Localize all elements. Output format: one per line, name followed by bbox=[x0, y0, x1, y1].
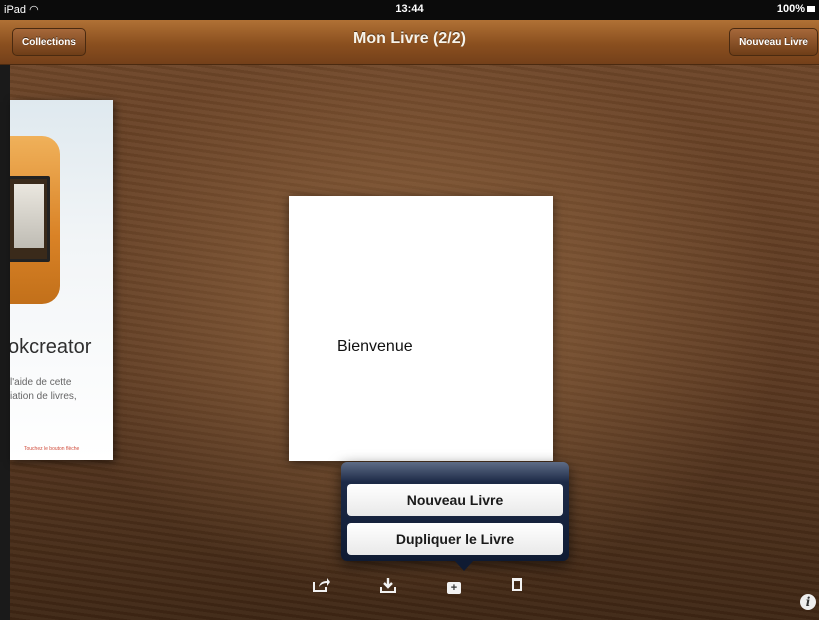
status-bar: iPad ◠ 13:44 100% bbox=[0, 0, 819, 20]
bookcreator-app-icon bbox=[10, 136, 60, 304]
new-book-popover: Nouveau Livre Dupliquer le Livre bbox=[341, 462, 569, 561]
share-glyph bbox=[313, 578, 330, 592]
battery-indicator: 100% bbox=[777, 3, 815, 15]
status-time: 13:44 bbox=[395, 3, 424, 15]
navigation-bar: Collections Mon Livre (2/2) Nouveau Livr… bbox=[0, 20, 819, 65]
battery-icon bbox=[807, 6, 815, 13]
left-edge bbox=[0, 65, 10, 620]
duplicate-book-button[interactable]: Dupliquer le Livre bbox=[347, 523, 563, 555]
book-page-icon bbox=[14, 184, 44, 248]
page-text: Bienvenue bbox=[337, 338, 413, 355]
add-glyph: + bbox=[447, 582, 461, 594]
popover-arrow bbox=[454, 560, 474, 571]
book-description: l'aide de cette iation de livres, bbox=[10, 376, 77, 404]
description-line-2: iation de livres, bbox=[10, 391, 77, 402]
current-book-page[interactable]: Bienvenue bbox=[289, 196, 553, 461]
download-glyph bbox=[380, 578, 396, 593]
book-hint: Touchez le bouton flèche bbox=[24, 446, 80, 452]
new-book-nav-button[interactable]: Nouveau Livre bbox=[729, 28, 818, 56]
description-line-1: l'aide de cette bbox=[10, 377, 72, 388]
trash-icon[interactable] bbox=[507, 577, 527, 597]
new-book-button[interactable]: Nouveau Livre bbox=[347, 484, 563, 516]
trash-glyph bbox=[512, 578, 522, 591]
info-icon[interactable]: i bbox=[800, 594, 816, 610]
download-icon[interactable] bbox=[378, 577, 398, 597]
page-title: Mon Livre (2/2) bbox=[353, 30, 466, 47]
share-icon[interactable] bbox=[311, 577, 331, 597]
add-book-icon[interactable]: + bbox=[444, 577, 464, 597]
book-title-fragment: okcreator bbox=[10, 336, 92, 358]
previous-book-cover[interactable]: okcreator l'aide de cette iation de livr… bbox=[10, 100, 113, 460]
